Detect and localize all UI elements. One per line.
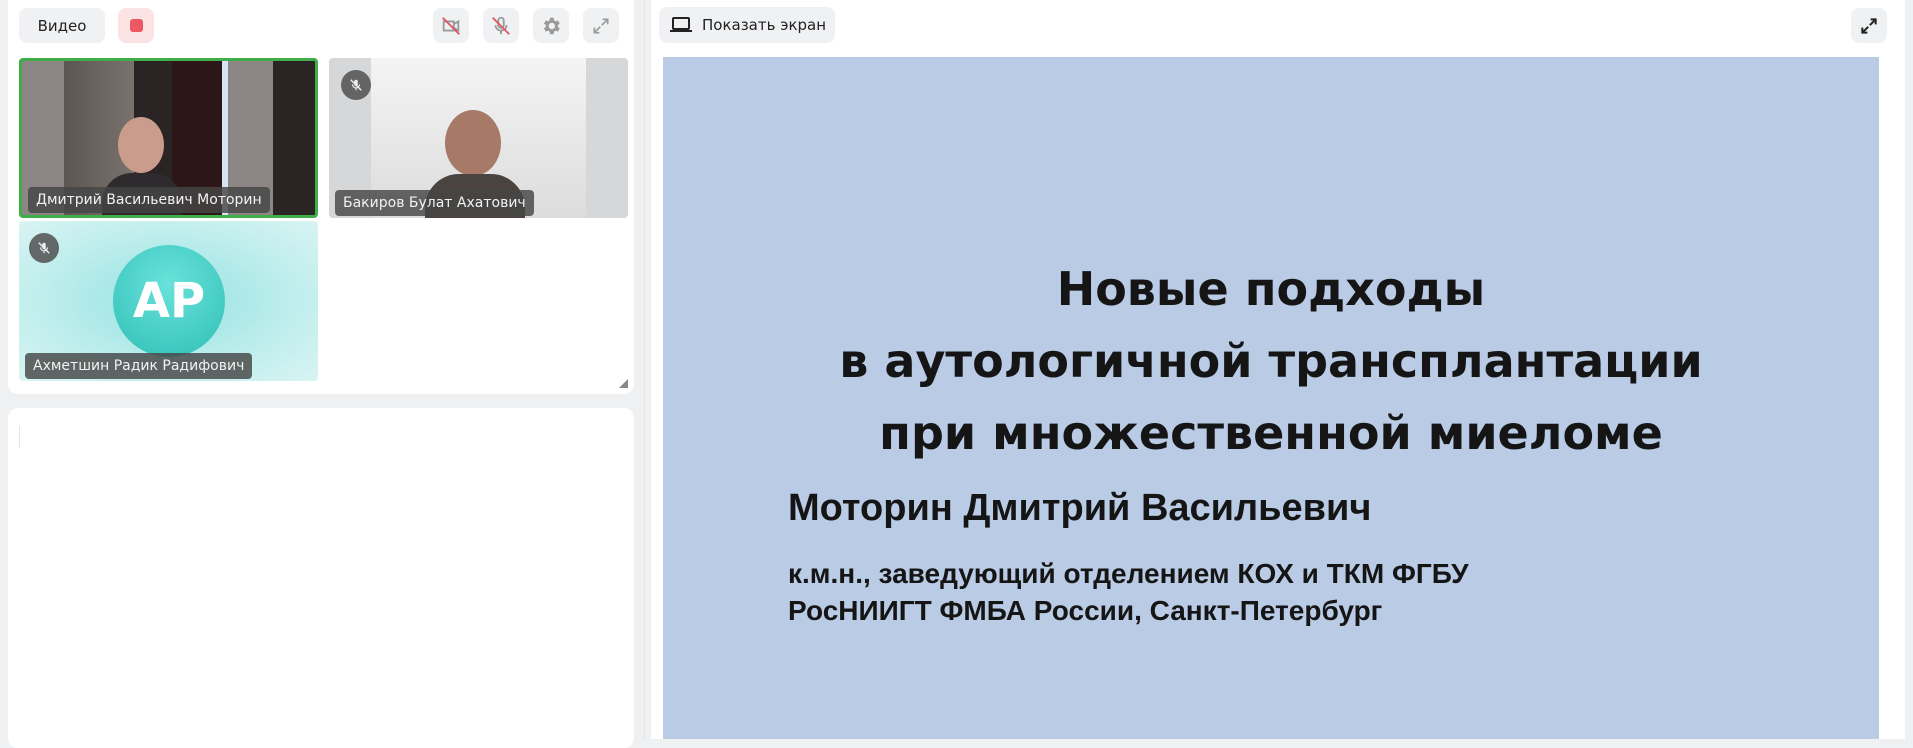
chat-caret — [19, 426, 20, 448]
record-button[interactable] — [118, 8, 154, 43]
participant-tile[interactable]: Бакиров Булат Ахатович — [329, 58, 628, 218]
slide-title: Новые подходы в аутологичной транспланта… — [663, 253, 1879, 469]
slide-affiliation-line: РосНИИГТ ФМБА России, Санкт-Петербург — [788, 595, 1383, 626]
avatar: АР — [113, 245, 225, 357]
expand-share-button[interactable] — [1851, 8, 1887, 43]
participant-tile[interactable]: АР Ахметшин Радик Радифович — [19, 221, 318, 381]
participant-name: Бакиров Булат Ахатович — [335, 190, 534, 216]
resize-handle[interactable] — [619, 379, 628, 388]
laptop-icon — [670, 17, 692, 32]
gear-icon — [543, 17, 560, 34]
chat-panel[interactable] — [8, 408, 634, 748]
camera-toggle-button[interactable] — [433, 8, 469, 43]
video-button[interactable]: Видео — [19, 8, 105, 43]
mic-toggle-button[interactable] — [483, 8, 519, 43]
fullscreen-icon — [593, 18, 609, 33]
muted-badge — [341, 70, 371, 100]
video-panel: Видео Дмитрий Васильевич Моторин Бакиров… — [8, 0, 634, 394]
participant-head — [445, 110, 501, 176]
participant-name: Дмитрий Васильевич Моторин — [28, 187, 270, 213]
shared-slide: Новые подходы в аутологичной транспланта… — [663, 57, 1879, 739]
video-frame-edge — [586, 58, 628, 218]
expand-video-button[interactable] — [583, 8, 619, 43]
slide-title-line: в аутологичной трансплантации — [839, 334, 1703, 388]
fullscreen-icon — [1861, 17, 1877, 34]
slide-title-line: Новые подходы — [1056, 262, 1486, 316]
show-screen-button[interactable]: Показать экран — [659, 7, 835, 43]
participant-name: Ахметшин Радик Радифович — [25, 353, 253, 379]
slide-affiliation: к.м.н., заведующий отделением КОХ и ТКМ … — [788, 555, 1469, 629]
mic-off-icon — [350, 79, 362, 91]
camera-off-icon — [442, 16, 460, 35]
participant-head — [118, 117, 164, 173]
slide-title-line: при множественной миеломе — [879, 406, 1663, 460]
muted-badge — [29, 233, 59, 263]
mic-off-icon — [38, 242, 50, 254]
panel-divider[interactable] — [644, 0, 645, 739]
mic-off-icon — [492, 16, 510, 35]
slide-affiliation-line: к.м.н., заведующий отделением КОХ и ТКМ … — [788, 558, 1469, 589]
settings-button[interactable] — [533, 8, 569, 43]
show-screen-label: Показать экран — [702, 16, 827, 34]
participant-tile[interactable]: Дмитрий Васильевич Моторин — [19, 58, 318, 218]
slide-author: Моторин Дмитрий Васильевич — [788, 487, 1372, 529]
video-toolbar: Видео — [8, 0, 634, 50]
record-icon — [129, 19, 143, 32]
screen-share-panel: Показать экран Новые подходы в аутологич… — [651, 0, 1905, 739]
